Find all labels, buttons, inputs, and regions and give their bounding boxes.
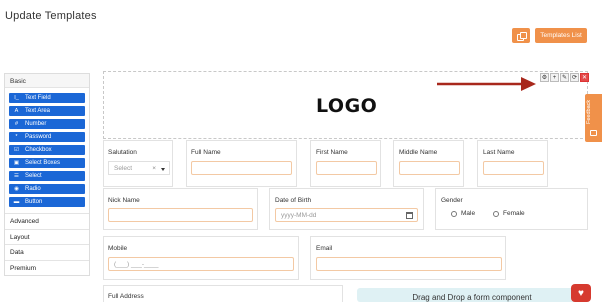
component-label: Checkbox [25, 147, 52, 153]
last-name-cell: Last Name [477, 140, 548, 187]
middle-name-input[interactable] [399, 161, 460, 175]
radio-icon[interactable] [493, 210, 499, 217]
salutation-placeholder: Select [114, 165, 133, 172]
component-label: Password [25, 134, 52, 140]
plus-icon[interactable]: + [550, 73, 559, 82]
logo-text: LOGO [316, 95, 378, 117]
wrench-icon[interactable]: ✎ [560, 73, 569, 82]
mobile-input[interactable]: (___) ___-____ [108, 257, 294, 271]
component-label: Select Boxes [25, 160, 61, 166]
component-number[interactable]: # Number [9, 119, 85, 129]
email-cell: Email [310, 236, 506, 280]
component-password[interactable]: * Password [9, 132, 85, 142]
full-name-label: Full Name [191, 149, 221, 156]
email-input[interactable] [316, 257, 502, 271]
first-name-label: First Name [316, 149, 348, 156]
component-label: Text Field [25, 95, 51, 101]
basic-component-list: I_ Text Field A Text Area # Number * Passwor… [5, 88, 89, 213]
full-address-label: Full Address [108, 293, 144, 300]
last-name-input[interactable] [483, 161, 544, 175]
gender-label: Gender [441, 197, 463, 204]
section-premium[interactable]: Premium [5, 259, 89, 276]
section-layout[interactable]: Layout [5, 228, 89, 245]
chevron-down-icon [161, 168, 165, 171]
mobile-cell: Mobile (___) ___-____ [103, 236, 299, 280]
refresh-icon[interactable]: ⟳ [570, 73, 579, 82]
select-boxes-icon: ▣ [13, 160, 20, 166]
first-name-input[interactable] [316, 161, 377, 175]
component-button[interactable]: ▬ Button [9, 197, 85, 207]
checkbox-icon: ☑ [14, 147, 19, 153]
hash-icon: # [14, 121, 19, 127]
first-name-cell: First Name [310, 140, 381, 187]
component-text-field[interactable]: I_ Text Field [9, 93, 85, 103]
middle-name-cell: Middle Name [393, 140, 464, 187]
salutation-cell: Salutation Select × [103, 140, 173, 187]
component-toolbar: ⚙ + ✎ ⟳ ✕ [540, 73, 589, 82]
dob-cell: Date of Birth yyyy-MM-dd [269, 188, 424, 230]
text-field-icon: I_ [14, 95, 19, 101]
text-area-icon: A [14, 108, 19, 114]
radio-icon[interactable] [451, 210, 457, 217]
button-icon: ▬ [13, 199, 20, 205]
full-name-cell: Full Name [186, 140, 297, 187]
mobile-label: Mobile [108, 245, 128, 252]
copy-icon [516, 32, 527, 41]
delete-icon[interactable]: ✕ [580, 73, 589, 82]
heart-icon[interactable]: ♥ [571, 284, 591, 302]
component-label: Number [25, 121, 47, 127]
radio-icon: ◉ [14, 186, 19, 192]
component-sidebar: Basic I_ Text Field A Text Area # Number * P… [4, 73, 90, 276]
red-arrow-annotation [437, 77, 536, 91]
nick-name-label: Nick Name [108, 197, 140, 204]
asterisk-icon: * [15, 134, 18, 140]
templates-list-button[interactable]: Templates List [535, 28, 587, 43]
mobile-placeholder: (___) ___-____ [114, 261, 159, 268]
feedback-label: Feedback [586, 99, 592, 124]
nick-name-cell: Nick Name [103, 188, 258, 230]
gear-icon[interactable]: ⚙ [540, 73, 549, 82]
last-name-label: Last Name [483, 149, 515, 156]
component-label: Select [25, 173, 42, 179]
calendar-icon[interactable] [406, 212, 413, 219]
drop-zone[interactable]: Drag and Drop a form component [357, 288, 587, 302]
dob-input[interactable]: yyyy-MM-dd [275, 208, 418, 222]
section-data[interactable]: Data [5, 244, 89, 260]
chat-icon [590, 130, 597, 136]
page-title: Update Templates [5, 10, 97, 22]
component-select-boxes[interactable]: ▣ Select Boxes [9, 158, 85, 168]
component-checkbox[interactable]: ☑ Checkbox [9, 145, 85, 155]
salutation-label: Salutation [108, 149, 137, 156]
component-label: Text Area [25, 108, 51, 114]
full-name-input[interactable] [191, 161, 292, 175]
nick-name-input[interactable] [108, 208, 253, 222]
email-label: Email [316, 245, 333, 252]
gender-cell: Gender Male Female [435, 188, 588, 230]
clear-icon[interactable]: × [152, 165, 156, 172]
full-address-cell: Full Address [103, 285, 343, 302]
section-basic[interactable]: Basic [5, 74, 89, 88]
feedback-tab[interactable]: Feedback [585, 94, 602, 142]
gender-option-male[interactable]: Male [451, 210, 475, 217]
component-label: Radio [25, 186, 41, 192]
dob-placeholder: yyyy-MM-dd [281, 212, 317, 219]
middle-name-label: Middle Name [399, 149, 438, 156]
gender-option-label: Female [503, 210, 525, 217]
salutation-select[interactable]: Select × [108, 161, 170, 175]
gender-option-label: Male [461, 210, 476, 217]
component-select[interactable]: ☰ Select [9, 171, 85, 181]
component-radio[interactable]: ◉ Radio [9, 184, 85, 194]
component-label: Button [25, 199, 43, 205]
copy-button[interactable] [512, 28, 530, 43]
dob-label: Date of Birth [275, 197, 312, 204]
gender-option-female[interactable]: Female [493, 210, 525, 217]
list-icon: ☰ [14, 173, 19, 179]
component-text-area[interactable]: A Text Area [9, 106, 85, 116]
section-advanced[interactable]: Advanced [5, 213, 89, 229]
